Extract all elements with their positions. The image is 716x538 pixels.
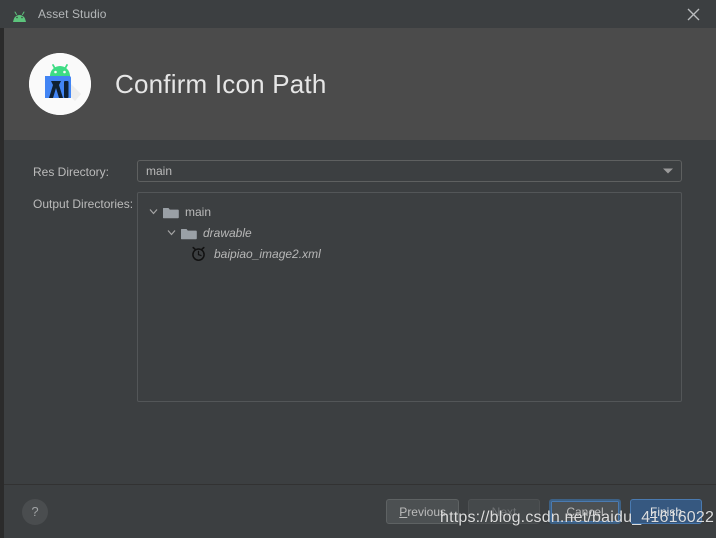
window-title: Asset Studio [38,7,107,21]
title-bar: Asset Studio [0,0,716,28]
previous-button[interactable]: Previous [386,499,459,524]
chevron-down-icon[interactable] [663,168,673,174]
output-directories-tree[interactable]: main drawable baipiao_image2.xml [137,192,682,402]
res-directory-label: Res Directory: [33,165,110,179]
page-title: Confirm Icon Path [115,68,327,99]
form-area: Res Directory: main Output Directories: [4,140,716,484]
output-directories-label: Output Directories: [33,197,134,211]
dialog-header: Confirm Icon Path [4,28,716,140]
chevron-down-icon[interactable] [164,226,178,240]
footer-button-group: Previous Next Cancel Finish [386,499,702,524]
next-button: Next [468,499,540,524]
output-directories-row: Output Directories: main drawable baipia… [4,192,716,402]
res-directory-select[interactable]: main [137,160,682,182]
cancel-button[interactable]: Cancel [549,499,621,524]
alarm-clock-icon [190,245,207,262]
tree-node-drawable[interactable]: drawable [138,222,681,243]
tree-node-label: drawable [203,225,252,240]
tree-node-file[interactable]: baipiao_image2.xml [138,243,681,264]
res-directory-row: Res Directory: main [4,160,716,182]
asset-studio-dialog: Asset Studio Confirm Icon Path Res Direc… [0,0,716,538]
asset-studio-icon [29,53,91,115]
title-bar-left: Asset Studio [0,7,107,22]
close-icon[interactable] [670,0,716,28]
tree-node-main[interactable]: main [138,201,681,222]
res-directory-value: main [146,164,173,178]
next-button-label: Next [491,504,517,519]
dialog-footer: ? Previous Next Cancel Finish [4,484,716,538]
chevron-down-icon[interactable] [146,205,160,219]
finish-button[interactable]: Finish [630,499,702,524]
folder-icon [162,205,179,219]
dialog-body: Confirm Icon Path Res Directory: main Ou… [0,28,716,538]
tree-node-label: main [185,204,212,219]
tree-node-label: baipiao_image2.xml [214,246,321,261]
android-head-icon [11,9,28,22]
help-button[interactable]: ? [22,498,48,525]
folder-icon [180,226,197,240]
